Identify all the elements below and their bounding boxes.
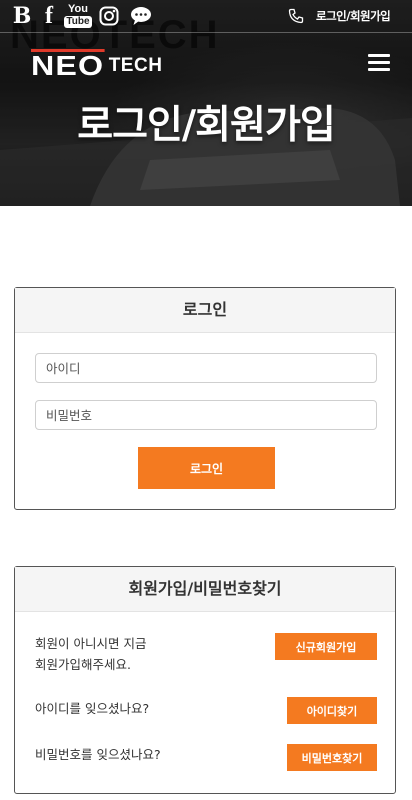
youtube-icon[interactable]: You Tube [64, 0, 92, 32]
menu-bar [368, 54, 390, 57]
top-login-signup-link[interactable]: 로그인/회원가입 [316, 0, 391, 32]
find-id-button[interactable]: 아이디찾기 [287, 697, 377, 724]
menu-bar [368, 68, 390, 71]
hamburger-menu-icon[interactable] [368, 52, 392, 72]
neotech-logo[interactable]: NEO TECH [31, 49, 163, 81]
login-button[interactable]: 로그인 [138, 447, 275, 489]
instagram-icon[interactable] [96, 0, 122, 32]
login-card: 로그인 로그인 [14, 287, 396, 510]
signup-prompt-line2: 회원가입해주세요. [35, 657, 131, 672]
join-card-title: 회원가입/비밀번호찾기 [15, 567, 395, 612]
youtube-label-bottom: Tube [64, 16, 92, 28]
id-input[interactable] [35, 353, 377, 383]
youtube-label-top: You [68, 3, 88, 15]
join-find-card: 회원가입/비밀번호찾기 회원이 아니시면 지금 회원가입해주세요. 신규회원가입… [14, 566, 396, 794]
signup-prompt-line1: 회원이 아니시면 지금 [35, 636, 147, 651]
find-id-prompt-text: 아이디를 잊으셨나요? [35, 701, 150, 716]
signup-button[interactable]: 신규회원가입 [275, 633, 377, 660]
logo-text-main: NEO [31, 49, 105, 81]
kakaotalk-icon[interactable] [128, 0, 154, 32]
blog-icon[interactable]: B [8, 0, 36, 32]
find-password-button[interactable]: 비밀번호찾기 [287, 744, 377, 771]
login-card-title: 로그인 [15, 288, 395, 333]
find-password-prompt-text: 비밀번호를 잊으셨나요? [35, 747, 161, 762]
logo-text-sub: TECH [108, 55, 163, 76]
phone-icon [288, 8, 304, 24]
password-input[interactable] [35, 400, 377, 430]
hero-banner: NEOTECH B f You Tube 로그인/회원가입 NEO TECH 로… [0, 0, 412, 206]
signup-prompt-text: 회원이 아니시면 지금 회원가입해주세요. [35, 633, 146, 675]
top-bar: B f You Tube 로그인/회원가입 [0, 0, 412, 33]
facebook-icon[interactable]: f [38, 0, 60, 32]
menu-bar [368, 61, 390, 64]
page-title: 로그인/회원가입 [77, 103, 335, 148]
